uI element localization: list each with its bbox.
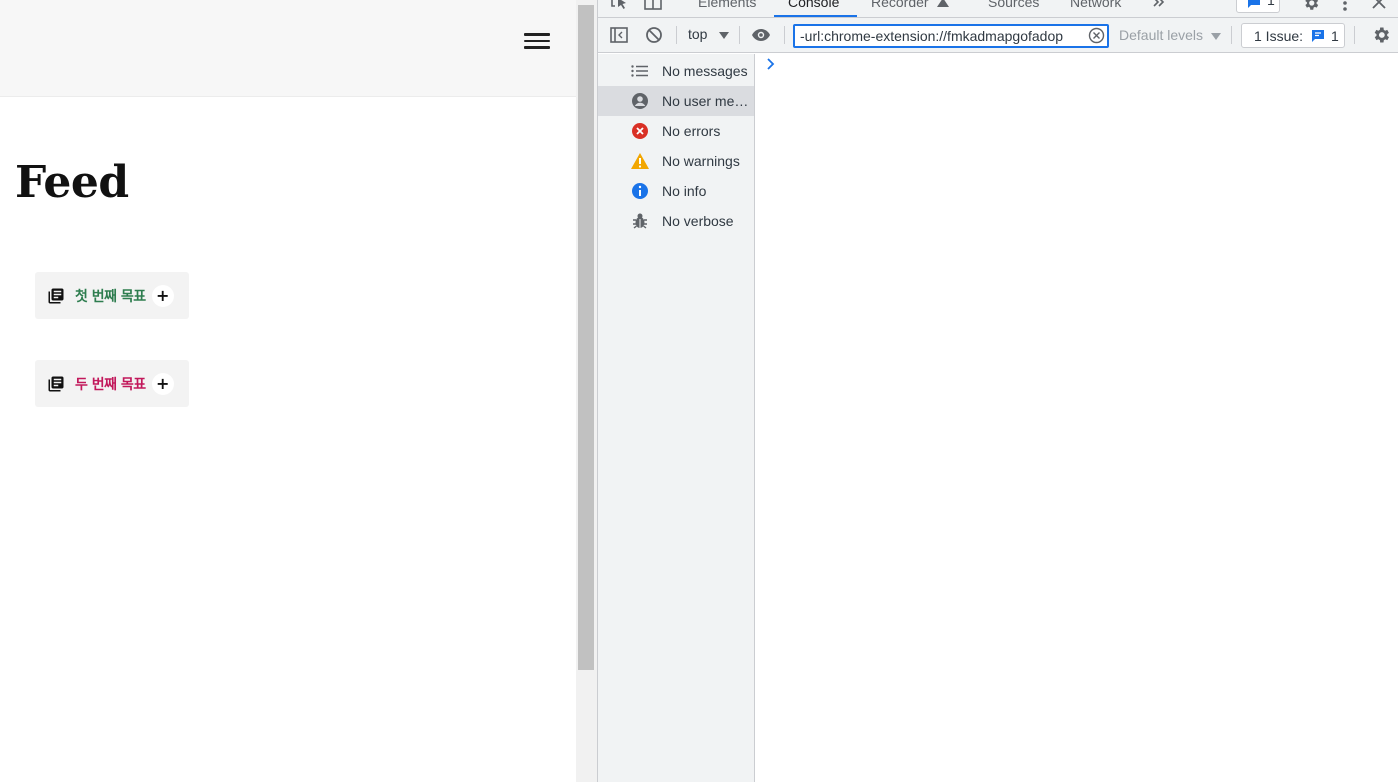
toolbar-separator [739,26,740,44]
library-books-icon [48,288,64,303]
sidebar-item-label: No messages [662,63,748,79]
sidebar-item-label: No user me… [662,93,749,109]
user-icon [630,91,650,111]
settings-gear-icon[interactable] [1302,0,1320,12]
console-sidebar: No messages No user me… No errors No war… [598,54,755,782]
toolbar-separator [784,26,785,44]
info-icon [630,181,650,201]
toolbar-separator [676,26,677,44]
sidebar-item-warnings[interactable]: No warnings [598,146,754,176]
clear-filter-icon[interactable] [1088,27,1105,44]
list-icon [630,61,650,81]
inspect-element-icon[interactable] [610,0,628,12]
close-devtools-icon[interactable] [1372,0,1386,9]
sidebar-item-label: No warnings [662,153,740,169]
issues-button[interactable]: 1 Issue: 1 [1241,23,1345,48]
goal-label: 두 번째 목표 [75,376,146,393]
devtools-panel: Elements Console Recorder Sources Networ… [598,0,1398,782]
page-scrollbar[interactable] [576,0,597,782]
sidebar-toggle-icon[interactable] [609,25,629,45]
clear-console-icon[interactable] [644,25,664,45]
sidebar-item-info[interactable]: No info [598,176,754,206]
library-books-icon [48,376,64,391]
dropdown-arrow-icon [1210,33,1221,40]
issues-label: 1 Issue: [1254,27,1304,44]
toolbar-separator [1231,26,1232,44]
add-goal-button[interactable]: + [151,284,174,307]
goal-chip-second[interactable]: 두 번째 목표 + [35,360,189,407]
warning-icon [630,151,650,171]
sidebar-item-verbose[interactable]: No verbose [598,206,754,236]
web-app-viewport: Feed 첫 번째 목표 + 두 번째 목표 + [0,0,576,782]
issues-top-count: 1 [1267,0,1275,8]
sidebar-item-label: No verbose [662,213,734,229]
context-value: top [688,26,708,42]
log-levels-dropdown[interactable]: Default levels [1119,27,1221,43]
tab-network[interactable]: Network [1070,0,1121,10]
console-toolbar: top -url:chrome-extension://fmkadmapgofa… [598,18,1398,53]
issues-counter-button[interactable]: 1 [1236,0,1280,13]
tab-sources[interactable]: Sources [988,0,1039,10]
tab-console[interactable]: Console [788,0,839,10]
toolbar-separator [1354,26,1355,44]
page-title: Feed [15,157,129,208]
live-expression-eye-icon[interactable] [751,25,771,45]
issue-message-icon [1248,0,1260,8]
sidebar-item-messages[interactable]: No messages [598,56,754,86]
recorder-experiment-icon [937,0,949,7]
levels-label: Default levels [1119,27,1204,43]
javascript-context-select[interactable]: top [688,26,730,42]
devtools-tab-bar: Elements Console Recorder Sources Networ… [598,0,1398,18]
app-header [0,0,576,97]
dropdown-arrow-icon [719,32,730,39]
bug-icon [630,211,650,231]
goal-chip-first[interactable]: 첫 번째 목표 + [35,272,189,319]
hamburger-menu-icon[interactable] [524,31,551,51]
sidebar-item-label: No info [662,183,707,199]
console-output[interactable] [756,54,1398,782]
issues-count: 1 [1331,27,1339,44]
sidebar-item-user-messages[interactable]: No user me… [598,86,754,116]
add-goal-button[interactable]: + [151,372,174,395]
more-tabs-chevron-icon[interactable] [1152,0,1166,7]
tab-recorder[interactable]: Recorder [871,0,929,10]
error-icon [630,121,650,141]
goal-label: 첫 번째 목표 [75,288,146,305]
console-filter-input[interactable]: -url:chrome-extension://fmkadmapgofadop [793,24,1109,48]
issue-message-icon [1312,29,1325,42]
scrollbar-thumb[interactable] [578,5,594,670]
more-options-kebab-icon[interactable] [1342,0,1348,12]
sidebar-item-errors[interactable]: No errors [598,116,754,146]
sidebar-item-label: No errors [662,123,721,139]
console-settings-gear-icon[interactable] [1371,25,1391,45]
console-prompt-chevron-icon [767,58,775,70]
device-toolbar-icon[interactable] [644,0,662,12]
tab-elements[interactable]: Elements [698,0,756,10]
